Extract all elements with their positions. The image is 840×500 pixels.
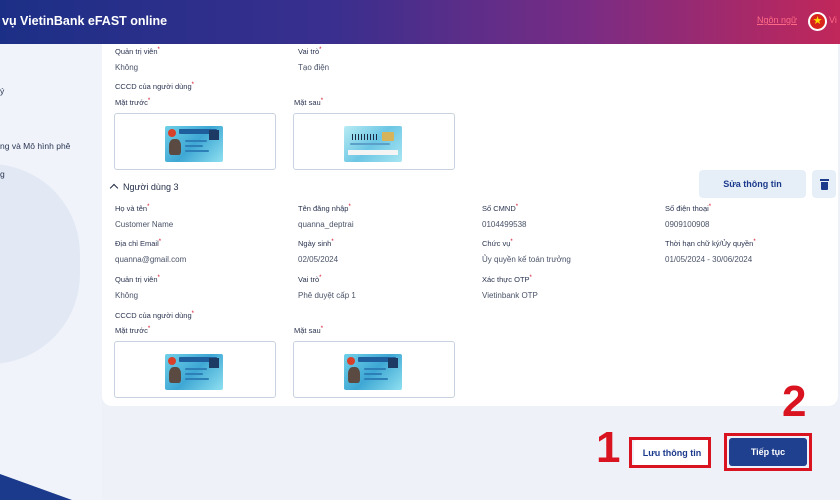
top-bar: vụ VietinBank eFAST online Ngôn ngữ ★ Vi <box>0 0 840 44</box>
user3-phone-label: Số điện thoại* <box>665 204 712 213</box>
user3-role-value: Phê duyệt cấp 1 <box>298 291 356 300</box>
app-title: vụ VietinBank eFAST online <box>2 14 168 28</box>
user2-id-back-upload[interactable] <box>293 113 455 170</box>
user3-role-label: Vai trò* <box>298 275 322 284</box>
sidebar-item-3[interactable]: g <box>0 169 5 179</box>
user3-otp-value: Vietinbank OTP <box>482 291 538 300</box>
save-button-highlight <box>629 437 711 468</box>
user3-term-label: Thời hạn chữ ký/Ủy quyền* <box>665 239 756 248</box>
id-card-front-image <box>165 126 223 162</box>
trash-icon <box>820 179 829 181</box>
user3-front-label: Mặt trước* <box>115 326 151 335</box>
user2-admin-value: Không <box>115 63 139 72</box>
user2-admin-label: Quản trị viên* <box>115 47 160 56</box>
user3-username-value: quanna_deptrai <box>298 220 354 229</box>
user3-admin-label: Quản trị viên* <box>115 275 160 284</box>
user3-term-value: 01/05/2024 - 30/06/2024 <box>665 255 753 264</box>
chevron-up-icon <box>109 183 119 193</box>
id-card-front-image-duplicate <box>344 354 402 390</box>
user3-section-toggle[interactable]: Người dùng 3 <box>109 182 178 193</box>
sidebar-decor-stripe <box>0 474 72 500</box>
language-code[interactable]: Vi <box>829 15 837 25</box>
step-1-marker: 1 <box>596 423 621 472</box>
user3-fullname-value: Customer Name <box>115 220 174 229</box>
user3-position-label: Chức vụ* <box>482 239 513 248</box>
sidebar-item-approval-model[interactable]: ng và Mô hình phê <box>0 141 70 151</box>
user3-id-number-value: 0104499538 <box>482 220 527 229</box>
user2-id-card-label: CCCD của người dùng* <box>115 82 194 91</box>
user3-email-label: Địa chỉ Email* <box>115 239 162 248</box>
user3-back-label: Mặt sau* <box>294 326 324 335</box>
id-card-back-image <box>344 126 402 162</box>
user3-position-value: Ủy quyền kế toán trưởng <box>482 255 571 264</box>
user3-admin-value: Không <box>115 291 139 300</box>
sidebar: ý ng và Mô hình phê g <box>0 44 102 500</box>
user2-front-label: Mặt trước* <box>115 98 151 107</box>
vietnam-flag-icon[interactable]: ★ <box>808 12 827 31</box>
user3-fullname-label: Họ và tên* <box>115 204 150 213</box>
edit-info-button[interactable]: Sửa thông tin <box>699 170 806 198</box>
user3-id-number-label: Số CMND* <box>482 204 519 213</box>
continue-button-highlight <box>724 433 812 471</box>
id-card-front-image <box>165 354 223 390</box>
user3-dob-value: 02/05/2024 <box>298 255 339 264</box>
user3-id-card-label: CCCD của người dùng* <box>115 311 194 320</box>
user3-username-label: Tên đăng nhập* <box>298 204 351 213</box>
user2-back-label: Mặt sau* <box>294 98 324 107</box>
user2-id-front-upload[interactable] <box>114 113 276 170</box>
sidebar-decoration <box>0 164 80 364</box>
user3-id-back-upload[interactable] <box>293 341 455 398</box>
user3-otp-label: Xác thực OTP* <box>482 275 532 284</box>
user3-id-front-upload[interactable] <box>114 341 276 398</box>
sidebar-item-1[interactable]: ý <box>0 86 4 96</box>
user3-email-value: quanna@gmail.com <box>115 255 187 264</box>
user3-phone-value: 0909100908 <box>665 220 710 229</box>
user2-role-label: Vai trò* <box>298 47 322 56</box>
language-link[interactable]: Ngôn ngữ <box>757 15 797 25</box>
user2-role-value: Tạo điện <box>298 63 330 72</box>
step-2-marker: 2 <box>782 377 807 426</box>
user3-dob-label: Ngày sinh* <box>298 239 334 248</box>
delete-user-button[interactable] <box>812 170 836 198</box>
